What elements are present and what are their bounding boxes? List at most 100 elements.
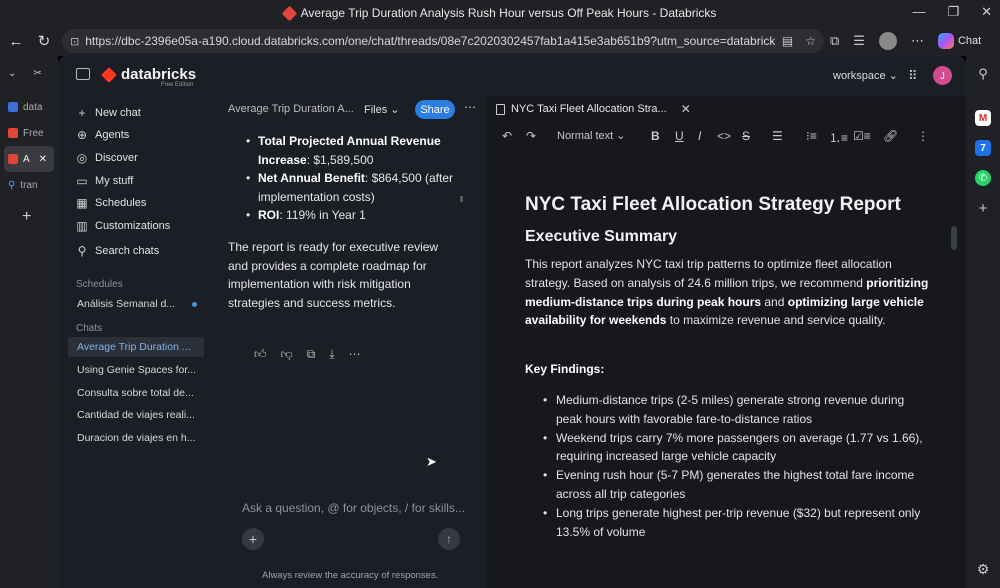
copilot-chat-button[interactable]: Chat — [937, 33, 982, 49]
user-avatar[interactable]: J — [933, 66, 952, 85]
calendar-icon[interactable]: 7 — [975, 140, 991, 156]
disclaimer-text: Always review the accuracy of responses. — [262, 570, 439, 581]
redo-icon[interactable]: ↷ — [526, 129, 536, 143]
logo-text: databricks — [121, 66, 197, 83]
window-controls: — ❐ ✕ — [912, 4, 992, 20]
code-icon[interactable]: <> — [717, 129, 731, 143]
download-icon[interactable]: ⤓ — [329, 347, 334, 362]
chat-item-active[interactable]: Average Trip Duration ... — [68, 337, 204, 357]
bullet-list-icon[interactable]: ⁝≡ — [806, 129, 817, 143]
more-options-icon[interactable]: ⋮ — [917, 129, 929, 143]
scroll-indicator[interactable] — [460, 196, 463, 202]
chat-item[interactable]: Cantidad de viajes reali... — [68, 405, 204, 425]
checklist-icon[interactable]: ☑≡ — [853, 129, 871, 143]
close-icon[interactable]: ✕ — [681, 102, 691, 116]
tab-active[interactable]: A ✕ — [4, 146, 54, 172]
chat-item[interactable]: Consulta sobre total de... — [68, 383, 204, 403]
address-bar[interactable]: ⊡ https://dbc-2396e05a-a190.cloud.databr… — [62, 29, 824, 53]
nav-my-stuff[interactable]: ▭ My stuff — [76, 174, 133, 188]
thumbs-down-icon[interactable]: 👎︎ — [281, 347, 293, 362]
new-tab-button[interactable]: + — [0, 204, 58, 230]
thumbs-up-icon[interactable]: 👍︎ — [254, 347, 267, 362]
send-button[interactable]: ↑ — [438, 528, 460, 550]
chat-item-label: Average Trip Duration ... — [77, 341, 191, 353]
browser-menu-icon[interactable]: ⋯ — [911, 33, 924, 49]
link-icon[interactable]: 🔗︎ — [883, 129, 898, 143]
databricks-logo[interactable]: databricks — [101, 66, 197, 83]
document-icon — [496, 103, 505, 115]
close-tab-icon[interactable]: ✕ — [39, 154, 47, 165]
nav-search-chats[interactable]: ⚲ Search chats — [76, 244, 160, 258]
favorites-icon[interactable]: ☰ — [853, 33, 865, 49]
search-icon: ⚲ — [8, 179, 16, 191]
nav-customizations[interactable]: ▥ Customizations — [76, 219, 170, 233]
tab-free[interactable]: Free — [0, 120, 58, 146]
gmail-icon[interactable]: M — [975, 110, 991, 126]
restore-icon[interactable]: ❐ — [947, 4, 959, 20]
add-sidebar-icon[interactable]: + — [979, 200, 988, 217]
nav-discover[interactable]: ◎ Discover — [76, 151, 138, 165]
chat-item-label: Using Genie Spaces for... — [77, 364, 197, 376]
chats-section-header: Chats — [76, 323, 103, 334]
files-dropdown[interactable]: Files ⌄ — [364, 103, 400, 116]
italic-icon[interactable]: I — [698, 129, 701, 143]
chat-button-label: Chat — [957, 35, 982, 47]
url-text[interactable]: https://dbc-2396e05a-a190.cloud.databric… — [85, 34, 775, 48]
nav-label: New chat — [95, 107, 141, 119]
bold-icon[interactable]: B — [651, 129, 660, 143]
whatsapp-icon[interactable]: ✆ — [975, 170, 991, 186]
text-style-select[interactable]: Normal text ⌄ — [557, 129, 626, 142]
share-button[interactable]: Share — [415, 100, 455, 119]
chat-input[interactable]: Ask a question, @ for objects, / for ski… — [242, 501, 482, 515]
strikethrough-icon[interactable]: S — [742, 129, 750, 143]
align-icon[interactable]: ☰ — [772, 129, 783, 143]
undo-icon[interactable]: ↶ — [502, 129, 512, 143]
tab-tran[interactable]: ⚲ tran — [0, 172, 58, 198]
workspace-label: workspace — [833, 70, 886, 82]
back-icon[interactable]: ← — [2, 27, 30, 55]
databricks-logo-icon — [101, 66, 117, 83]
bullet-item: Total Projected Annual Revenue Increase:… — [246, 132, 468, 169]
document-scrollbar[interactable] — [951, 226, 957, 250]
chat-item[interactable]: Using Genie Spaces for... — [68, 360, 204, 380]
folder-icon: ▭ — [76, 174, 88, 188]
document-panel: NYC Taxi Fleet Allocation Stra... ✕ ↶ ↷ … — [486, 96, 966, 588]
underline-icon[interactable]: U — [675, 129, 684, 143]
app-launcher-icon[interactable]: ⠿ — [908, 68, 918, 84]
files-label: Files — [364, 104, 388, 116]
new-chat-button[interactable]: + New chat — [76, 106, 141, 120]
tab-favicon-icon — [8, 128, 18, 138]
extensions-icon[interactable]: ⧉ — [830, 33, 839, 49]
chevron-down-icon[interactable]: ⌄ — [8, 68, 16, 79]
bullet-label: ROI — [258, 208, 280, 222]
minimize-icon[interactable]: — — [912, 4, 925, 20]
workspace-switcher[interactable]: workspace ⌄ — [833, 69, 898, 82]
tab-data[interactable]: data — [0, 94, 58, 120]
copy-icon[interactable]: ⧉ — [307, 347, 316, 362]
close-window-icon[interactable]: ✕ — [981, 4, 992, 20]
chat-item[interactable]: Duracion de viajes en h... — [68, 428, 204, 448]
numbered-list-icon[interactable]: ⒈≡ — [829, 129, 848, 146]
favorite-star-icon[interactable]: ☆ — [805, 34, 816, 48]
settings-icon[interactable]: ⚙ — [977, 561, 990, 578]
profile-avatar[interactable] — [878, 32, 897, 50]
more-options-icon[interactable]: ⋯ — [349, 347, 361, 362]
nav-label: Search chats — [95, 245, 160, 257]
nav-agents[interactable]: ⊕ Agents — [76, 128, 129, 142]
reload-icon[interactable]: ↻ — [30, 27, 58, 55]
reader-view-icon[interactable]: ▤ — [782, 34, 793, 48]
search-icon[interactable]: ⚲ — [978, 66, 988, 82]
schedule-item[interactable]: Análisis Semanal d... — [68, 294, 204, 314]
tabs-collapse[interactable]: ⌄ ✂ — [0, 60, 58, 86]
attach-button[interactable]: + — [242, 528, 264, 550]
chat-title[interactable]: Average Trip Duration A... — [228, 103, 354, 115]
more-options-icon[interactable]: ⋯ — [464, 100, 477, 114]
document-tab[interactable]: NYC Taxi Fleet Allocation Stra... ✕ — [496, 96, 691, 122]
section-heading: Executive Summary — [525, 228, 678, 245]
pin-off-icon[interactable]: ✂ — [33, 68, 41, 79]
site-info-icon[interactable]: ⊡ — [70, 35, 79, 48]
document-title: NYC Taxi Fleet Allocation Strategy Repor… — [525, 194, 901, 215]
assistant-message-bullets: Total Projected Annual Revenue Increase:… — [246, 132, 468, 225]
sidebar-toggle-icon[interactable] — [76, 68, 90, 80]
nav-schedules[interactable]: ▦ Schedules — [76, 196, 146, 210]
